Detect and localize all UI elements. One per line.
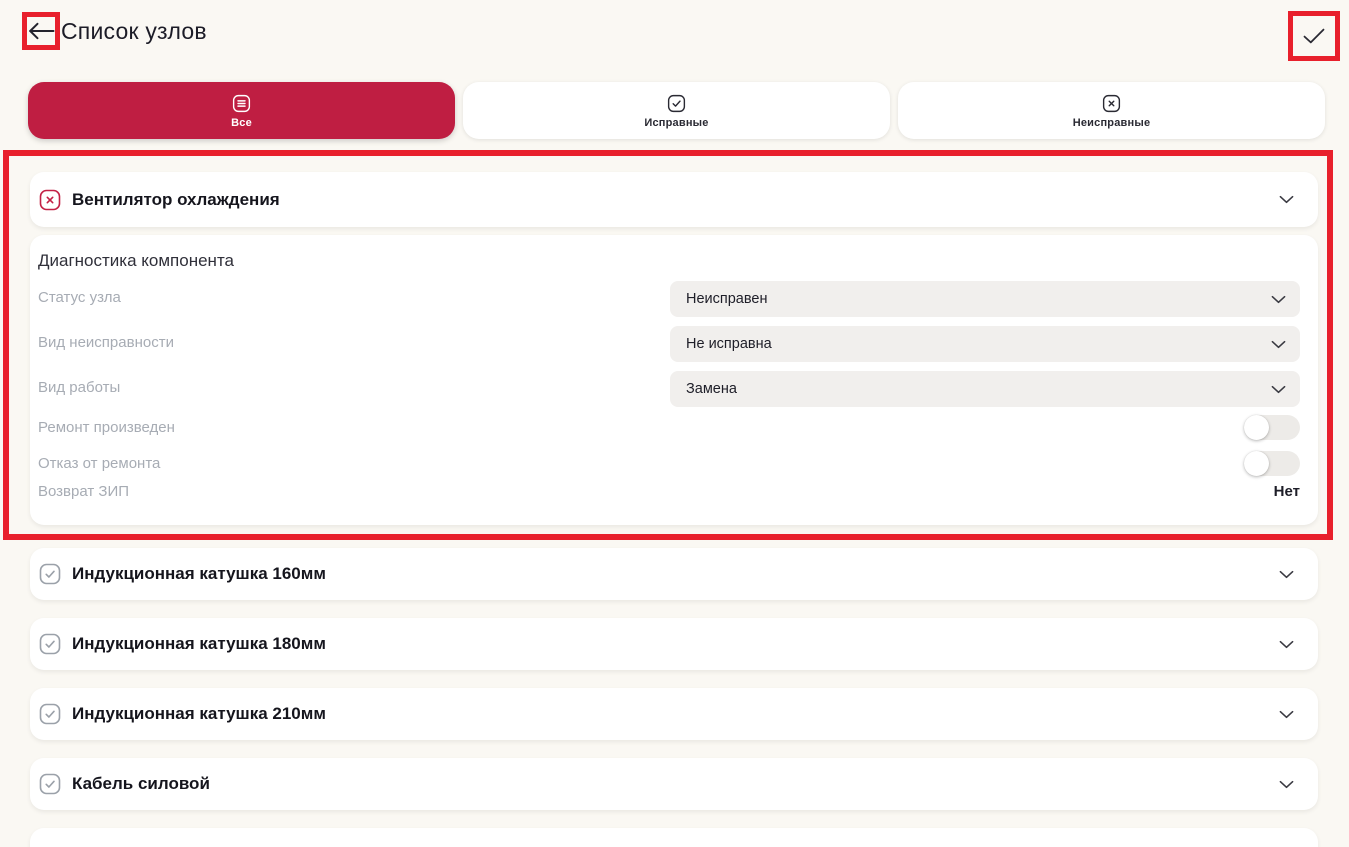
toggle-knob xyxy=(1244,415,1269,440)
spare-return-value: Нет xyxy=(1274,483,1300,500)
item-title: Кабель силовой xyxy=(72,774,210,794)
chevron-down-icon xyxy=(1279,570,1294,579)
field-label-work-type: Вид работы xyxy=(38,379,120,396)
node-status-select[interactable]: Неисправен xyxy=(670,281,1300,317)
check-icon xyxy=(1303,28,1325,44)
x-square-icon xyxy=(1101,93,1122,114)
accordion-item-coil-180[interactable]: Индукционная катушка 180мм xyxy=(30,618,1318,670)
accordion-item-coil-160[interactable]: Индукционная катушка 160мм xyxy=(30,548,1318,600)
tab-faulty[interactable]: Неисправные xyxy=(898,82,1325,139)
chevron-down-icon xyxy=(1271,385,1286,394)
field-label-spare-return: Возврат ЗИП xyxy=(38,483,129,500)
tab-working[interactable]: Исправные xyxy=(463,82,890,139)
item-title: Вентилятор охлаждения xyxy=(72,190,280,210)
repair-refused-toggle[interactable] xyxy=(1244,451,1300,476)
ok-check-square-icon xyxy=(38,702,62,726)
ok-check-square-icon xyxy=(38,772,62,796)
faulty-x-square-icon xyxy=(38,188,62,212)
check-square-icon xyxy=(666,93,687,114)
repair-done-toggle[interactable] xyxy=(1244,415,1300,440)
chevron-down-icon xyxy=(1271,295,1286,304)
confirm-button[interactable] xyxy=(1295,17,1333,55)
work-type-select[interactable]: Замена xyxy=(670,371,1300,407)
field-label-repair-done: Ремонт произведен xyxy=(38,419,175,436)
field-label-fault-type: Вид неисправности xyxy=(38,334,174,351)
accordion-item-partial[interactable] xyxy=(30,828,1318,847)
work-type-value: Замена xyxy=(686,381,737,397)
filter-tabs: Все Исправные Неисправные xyxy=(28,82,1325,139)
item-title: Индукционная катушка 160мм xyxy=(72,564,326,584)
ok-check-square-icon xyxy=(38,632,62,656)
tab-faulty-label: Неисправные xyxy=(1073,117,1151,129)
list-square-icon xyxy=(231,93,252,114)
fault-type-value: Не исправна xyxy=(686,336,772,352)
field-label-node-status: Статус узла xyxy=(38,289,121,306)
diagnostics-panel: Диагностика компонента Статус узла Неисп… xyxy=(30,235,1318,525)
tab-all[interactable]: Все xyxy=(28,82,455,139)
accordion-item-power-cable[interactable]: Кабель силовой xyxy=(30,758,1318,810)
diagnostics-title: Диагностика компонента xyxy=(38,251,234,271)
accordion-item-cooling-fan[interactable]: Вентилятор охлаждения xyxy=(30,172,1318,227)
arrow-left-icon xyxy=(28,22,55,40)
toggle-knob xyxy=(1244,451,1269,476)
chevron-down-icon xyxy=(1279,710,1294,719)
chevron-down-icon xyxy=(1279,195,1294,204)
item-title: Индукционная катушка 180мм xyxy=(72,634,326,654)
ok-check-square-icon xyxy=(38,562,62,586)
field-label-repair-refused: Отказ от ремонта xyxy=(38,455,160,472)
page-title: Список узлов xyxy=(61,18,207,45)
chevron-down-icon xyxy=(1271,340,1286,349)
item-title: Индукционная катушка 210мм xyxy=(72,704,326,724)
node-list-screen: Список узлов Все Ис xyxy=(0,0,1349,847)
tab-all-label: Все xyxy=(231,117,252,129)
node-status-value: Неисправен xyxy=(686,291,767,307)
chevron-down-icon xyxy=(1279,780,1294,789)
tab-working-label: Исправные xyxy=(644,117,708,129)
chevron-down-icon xyxy=(1279,640,1294,649)
accordion-item-coil-210[interactable]: Индукционная катушка 210мм xyxy=(30,688,1318,740)
back-button[interactable] xyxy=(25,15,57,47)
fault-type-select[interactable]: Не исправна xyxy=(670,326,1300,362)
